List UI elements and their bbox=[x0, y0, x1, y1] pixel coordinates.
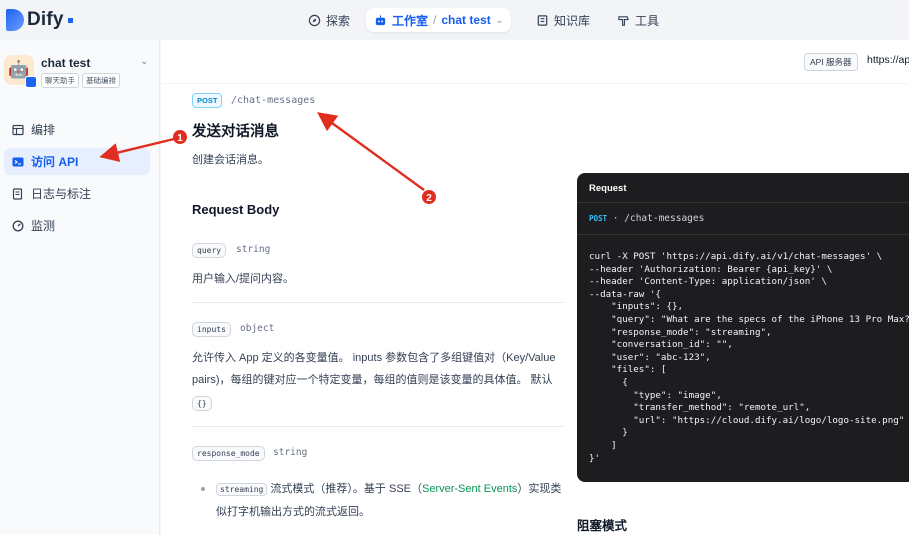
nav-studio[interactable]: 工作室 / chat test ⌄ bbox=[366, 8, 512, 32]
layout-icon bbox=[12, 124, 24, 135]
api-server-header: API 服务器 https://ap bbox=[161, 40, 909, 84]
sse-highlight: Server-Sent Events bbox=[422, 483, 518, 495]
app-sidebar: 🤖 chat test ⌄ 聊天助手 基础编排 编排 访问 API 日志与标注 … bbox=[0, 40, 160, 535]
option-description: streaming 流式模式（推荐）。基于 SSE（Server-Sent Ev… bbox=[216, 478, 561, 501]
page-title: 发送对话消息 bbox=[192, 124, 279, 140]
gauge-icon bbox=[12, 220, 24, 231]
param-description: 用户输入/提问内容。 bbox=[192, 273, 295, 285]
sidebar-item-label: 日志与标注 bbox=[31, 187, 92, 201]
nav-tools[interactable]: 工具 bbox=[609, 8, 667, 32]
sidebar-item-label: 编排 bbox=[31, 123, 56, 137]
bullet bbox=[201, 487, 205, 491]
code-panel-title: Request bbox=[577, 173, 909, 203]
blocking-mode-title: 阻塞模式 bbox=[577, 519, 628, 533]
endpoint-path: /chat-messages bbox=[231, 95, 316, 106]
top-nav-bar: Dify 探索 工作室 / chat test ⌄ 知识库 工具 bbox=[0, 0, 909, 40]
param-description: 允许传入 App 定义的各变量值。 inputs 参数包含了多组键值对（Key/… bbox=[192, 352, 556, 364]
robot-icon bbox=[375, 14, 386, 25]
option-chip: streaming bbox=[216, 483, 268, 496]
api-doc-panel: API 服务器 https://ap POST /chat-messages 发… bbox=[161, 40, 909, 535]
book-icon bbox=[537, 14, 548, 26]
param-type: object bbox=[240, 323, 275, 334]
param-name-chip: inputs bbox=[192, 322, 231, 337]
nav-knowledge[interactable]: 知识库 bbox=[528, 8, 598, 32]
app-tag: 聊天助手 bbox=[41, 73, 79, 88]
curl-code-block[interactable]: curl -X POST 'https://api.dify.ai/v1/cha… bbox=[589, 251, 909, 465]
separator-dot: · bbox=[612, 213, 619, 224]
section-title: Request Body bbox=[192, 202, 280, 217]
nav-explore-label: 探索 bbox=[326, 13, 351, 28]
app-tag: 基础编排 bbox=[82, 73, 120, 88]
divider bbox=[192, 302, 564, 303]
request-code-panel: Request POST · /chat-messages curl -X PO… bbox=[577, 173, 909, 482]
document-edit-icon bbox=[12, 187, 23, 200]
app-card[interactable]: 🤖 chat test ⌄ 聊天助手 基础编排 bbox=[4, 52, 154, 94]
app-avatar: 🤖 bbox=[4, 55, 37, 88]
chat-app-badge-icon bbox=[25, 76, 37, 88]
sidebar-item-orchestrate[interactable]: 编排 bbox=[4, 116, 150, 143]
option-description: 似打字机输出方式的流式返回。 bbox=[216, 506, 370, 518]
chevron-down-icon[interactable]: ⌄ bbox=[140, 56, 148, 67]
compass-icon bbox=[308, 14, 321, 26]
method-badge: POST bbox=[192, 93, 223, 108]
nav-explore[interactable]: 探索 bbox=[300, 8, 358, 32]
sidebar-item-logs[interactable]: 日志与标注 bbox=[4, 180, 150, 207]
nav-tools-label: 工具 bbox=[635, 13, 660, 28]
default-value-chip: {} bbox=[192, 396, 212, 411]
endpoint-path: /chat-messages bbox=[624, 213, 705, 224]
divider bbox=[192, 426, 564, 427]
app-name: chat test bbox=[41, 56, 91, 70]
nav-knowledge-label: 知识库 bbox=[554, 13, 591, 28]
app-tags: 聊天助手 基础编排 bbox=[41, 73, 120, 88]
method-label: POST bbox=[589, 214, 608, 223]
param-name-chip: response_mode bbox=[192, 446, 265, 461]
sidebar-item-api-access[interactable]: 访问 API bbox=[4, 148, 150, 175]
sidebar-menu: 编排 访问 API 日志与标注 监测 bbox=[4, 116, 150, 244]
brand-dot bbox=[67, 17, 73, 23]
sidebar-item-label: 监测 bbox=[31, 219, 56, 233]
terminal-icon bbox=[12, 157, 24, 166]
page-subtitle: 创建会话消息。 bbox=[192, 154, 269, 166]
chevron-down-icon[interactable]: ⌄ bbox=[496, 15, 504, 26]
param-type: string bbox=[273, 447, 308, 458]
api-server-url[interactable]: https://ap bbox=[867, 54, 909, 66]
sidebar-item-monitoring[interactable]: 监测 bbox=[4, 212, 150, 239]
hammer-icon bbox=[618, 15, 629, 26]
brand-name: Dify bbox=[27, 9, 64, 30]
code-panel-endpoint: POST · /chat-messages bbox=[577, 203, 909, 235]
param-name-chip: query bbox=[192, 243, 227, 258]
param-type: string bbox=[236, 244, 271, 255]
option-text: 流式模式（推荐）。基于 SSE（ bbox=[270, 483, 422, 495]
breadcrumb-separator: / bbox=[433, 13, 437, 27]
option-text: ）实现类 bbox=[517, 483, 562, 495]
nav-current-app[interactable]: chat test bbox=[441, 13, 490, 27]
sidebar-item-label: 访问 API bbox=[31, 155, 79, 169]
dify-logo[interactable]: Dify bbox=[6, 9, 73, 31]
param-description: pairs)，每组的键对应一个特定变量，每组的值则是该变量的具体值。 默认 bbox=[192, 374, 553, 386]
dify-logo-icon bbox=[6, 9, 24, 31]
nav-studio-label: 工作室 bbox=[392, 13, 429, 28]
api-server-label: API 服务器 bbox=[804, 53, 858, 71]
